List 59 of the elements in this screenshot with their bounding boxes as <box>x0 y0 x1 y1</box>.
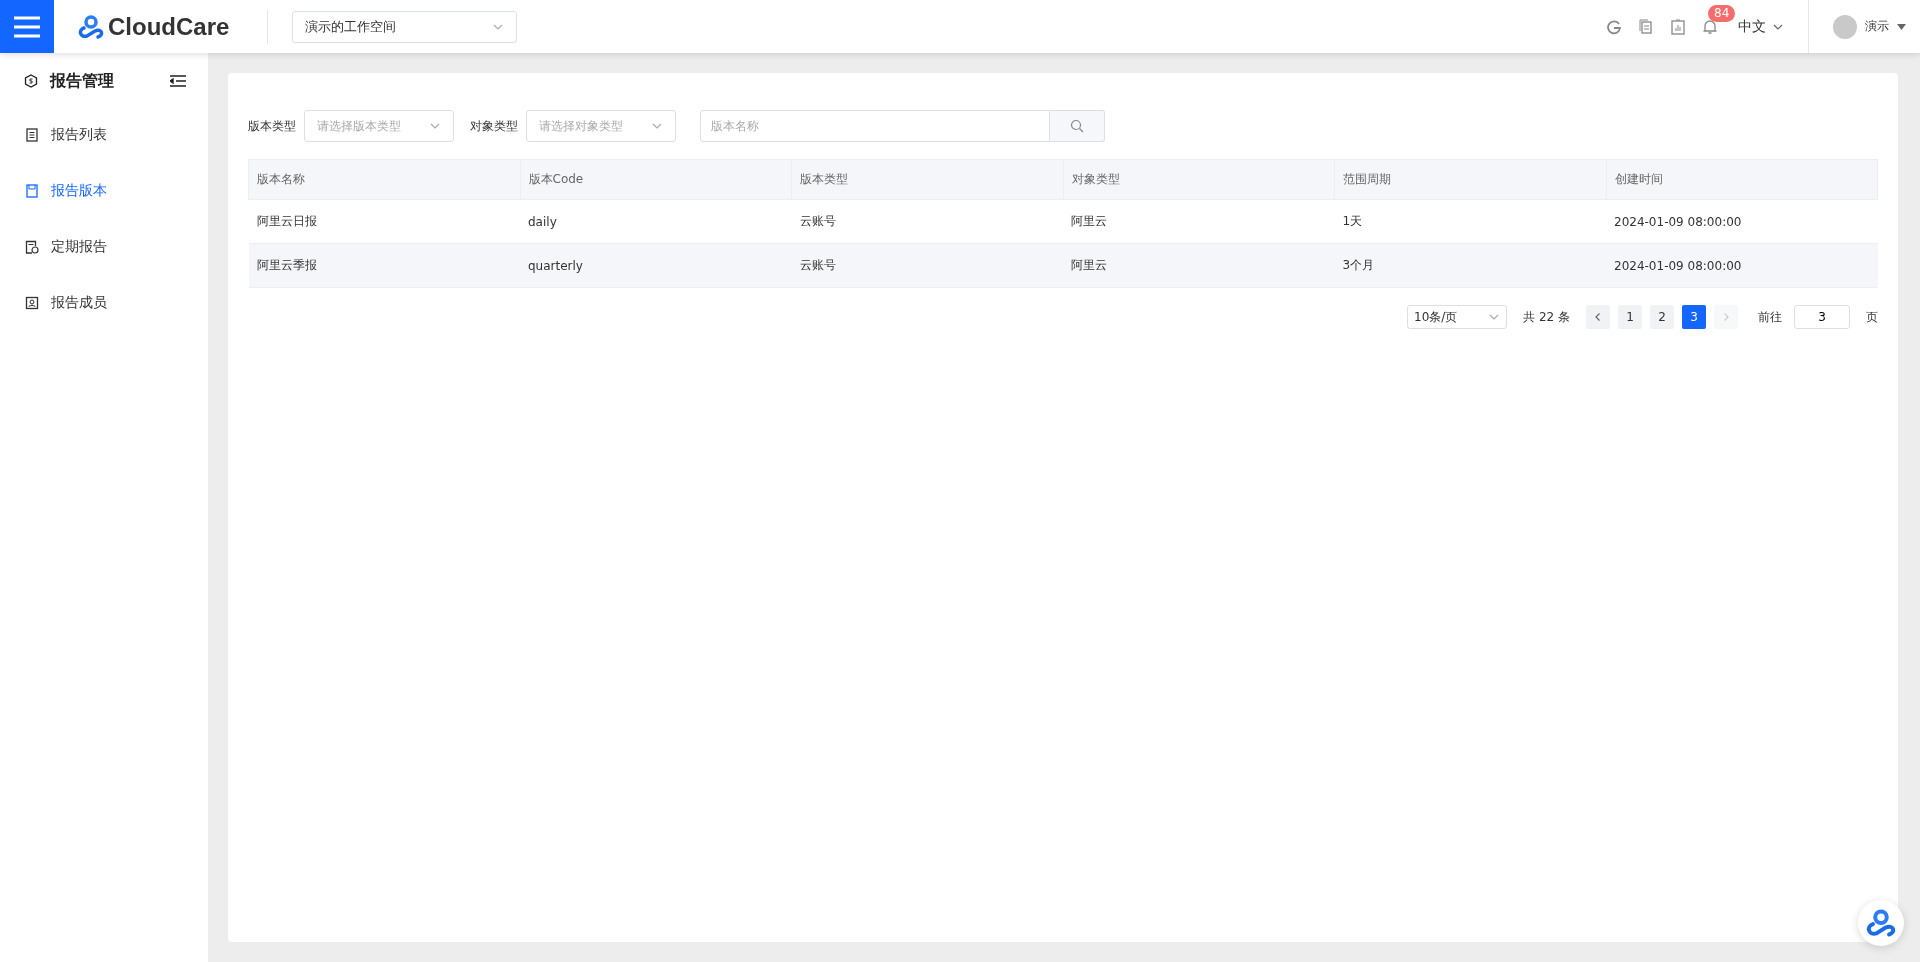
search-icon <box>1070 119 1084 133</box>
copy-icon[interactable] <box>1638 18 1654 35</box>
page-suffix: 页 <box>1866 308 1878 326</box>
page-size-select[interactable]: 10条/页 <box>1407 305 1508 329</box>
filter-label: 对象类型 <box>470 117 518 135</box>
column-header: 范围周期 <box>1334 159 1606 200</box>
search-field[interactable]: 版本名称 <box>700 110 1050 142</box>
table-cell: 3个月 <box>1334 243 1606 288</box>
logo-icon <box>78 13 104 40</box>
page-button[interactable]: 2 <box>1650 305 1674 329</box>
caret-icon <box>1897 23 1906 30</box>
sidebar-item[interactable]: 报告成员 <box>0 275 208 331</box>
person-card-icon <box>25 296 39 310</box>
sidebar-title: 报告管理 <box>50 70 115 92</box>
table-cell: 阿里云 <box>1063 199 1335 244</box>
table-cell: 阿里云季报 <box>248 243 520 288</box>
column-header: 版本Code <box>520 159 792 200</box>
refresh-icon[interactable] <box>1606 18 1622 35</box>
filter-label: 版本类型 <box>248 117 296 135</box>
table-cell: 2024-01-09 08:00:00 <box>1606 199 1878 244</box>
calendar-clock-icon <box>25 240 39 254</box>
total-count: 共 22 条 <box>1523 308 1570 326</box>
book-icon <box>25 184 39 198</box>
column-header: 版本类型 <box>791 159 1063 200</box>
goto-label: 前往 <box>1758 308 1782 326</box>
sidebar-item[interactable]: 报告列表 <box>0 107 208 163</box>
module-icon <box>24 74 38 88</box>
table-cell: 云账号 <box>791 199 1063 244</box>
table-cell: 云账号 <box>791 243 1063 288</box>
previous-page-button[interactable] <box>1586 305 1610 329</box>
table-cell: quarterly <box>520 243 792 288</box>
collapse-icon[interactable] <box>170 74 186 88</box>
document-icon <box>25 128 39 142</box>
goto-page-field[interactable]: 3 <box>1794 305 1850 329</box>
user-menu[interactable]: 演示 <box>1808 0 1920 53</box>
table-cell: 阿里云 <box>1063 243 1335 288</box>
page-button[interactable]: 1 <box>1618 305 1642 329</box>
column-header: 对象类型 <box>1063 159 1335 200</box>
menu-button[interactable] <box>0 0 54 53</box>
notification-badge: 84 <box>1708 4 1736 22</box>
assistant-button[interactable] <box>1858 900 1904 946</box>
sidebar-item[interactable]: 报告版本 <box>0 163 208 219</box>
sidebar-item[interactable]: 定期报告 <box>0 219 208 275</box>
bell-icon[interactable] <box>1702 18 1718 35</box>
table-cell: 2024-01-09 08:00:00 <box>1606 243 1878 288</box>
column-header: 创建时间 <box>1606 159 1878 200</box>
table-cell: 1天 <box>1334 199 1606 244</box>
table-cell: daily <box>520 199 792 244</box>
page-button[interactable]: 3 <box>1682 305 1706 329</box>
column-header: 版本名称 <box>248 159 520 200</box>
workspace-select[interactable]: 演示的工作空间 <box>292 10 517 43</box>
chart-clipboard-icon[interactable] <box>1670 18 1686 35</box>
chevron-left-icon <box>1593 312 1603 322</box>
table-cell: 阿里云日报 <box>248 199 520 244</box>
logo-text: CloudCare <box>108 12 230 41</box>
menu-icon <box>14 15 40 38</box>
avatar <box>1833 14 1857 39</box>
assistant-logo-icon <box>1866 908 1896 938</box>
chevron-right-icon <box>1721 312 1731 322</box>
